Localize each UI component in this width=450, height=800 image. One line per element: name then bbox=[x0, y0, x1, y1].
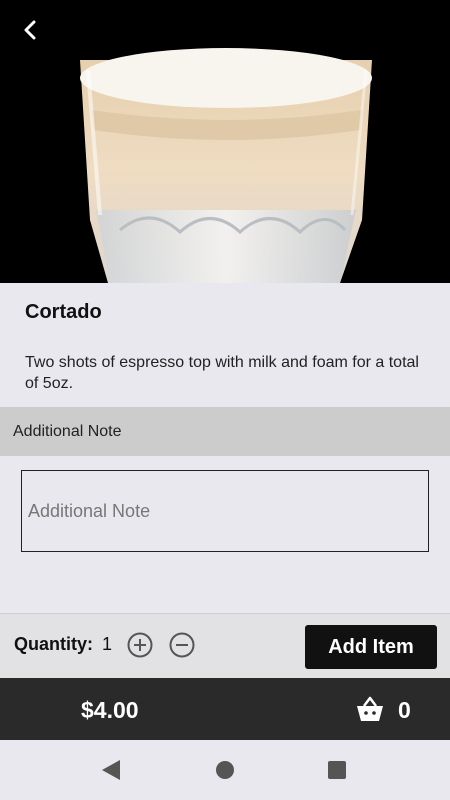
cart-total: $4.00 bbox=[81, 697, 139, 723]
cart-count: 0 bbox=[398, 697, 411, 723]
additional-note-input[interactable] bbox=[21, 470, 429, 552]
system-navigation-bar bbox=[0, 740, 450, 800]
add-item-button[interactable]: Add Item bbox=[305, 625, 437, 669]
nav-home-circle-icon[interactable] bbox=[216, 761, 234, 779]
plus-circle-icon[interactable] bbox=[127, 632, 153, 658]
basket-icon[interactable] bbox=[355, 695, 385, 723]
nav-back-triangle-icon[interactable] bbox=[101, 759, 121, 781]
product-image-hero bbox=[0, 0, 450, 283]
back-button[interactable] bbox=[14, 14, 46, 46]
note-section-header: Additional Note bbox=[0, 407, 450, 456]
nav-recent-square-icon[interactable] bbox=[328, 761, 346, 779]
product-title: Cortado bbox=[25, 301, 102, 323]
note-section-label: Additional Note bbox=[13, 423, 122, 440]
product-description: Two shots of espresso top with milk and … bbox=[25, 354, 419, 392]
minus-circle-icon[interactable] bbox=[169, 632, 195, 658]
quantity-label: Quantity: bbox=[14, 634, 93, 654]
quantity-value: 1 bbox=[102, 634, 113, 654]
product-image bbox=[80, 48, 372, 283]
chevron-left-icon bbox=[24, 20, 36, 40]
product-info: Cortado Two shots of espresso top with m… bbox=[0, 283, 450, 407]
note-section bbox=[0, 456, 450, 613]
quantity-bar: Quantity: 1 Add Item bbox=[0, 613, 450, 678]
cart-bar: $4.00 0 bbox=[0, 678, 450, 740]
